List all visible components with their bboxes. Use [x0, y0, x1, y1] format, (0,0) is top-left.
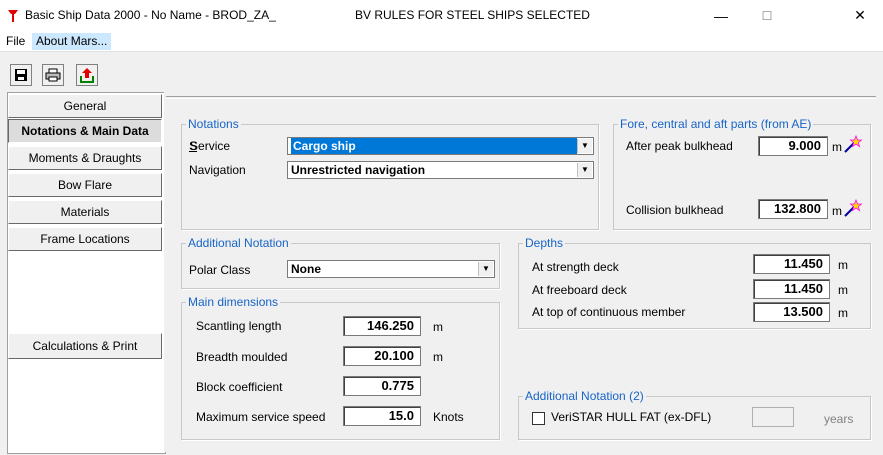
app-icon — [8, 10, 18, 22]
rules-selected-label: BV RULES FOR STEEL SHIPS SELECTED — [355, 8, 590, 22]
wand-icon[interactable] — [842, 135, 862, 155]
after-peak-label: After peak bulkhead — [626, 139, 733, 153]
nav-frame-locations[interactable]: Frame Locations — [8, 227, 162, 251]
print-button[interactable] — [42, 64, 64, 86]
nav-materials[interactable]: Materials — [8, 200, 162, 224]
top-continuous-member-field[interactable]: 13.500 — [753, 302, 830, 322]
additional-notation-title: Additional Notation — [186, 236, 291, 250]
strength-deck-unit: m — [838, 258, 848, 272]
nav-bow-flare[interactable]: Bow Flare — [8, 173, 162, 197]
window-title: Basic Ship Data 2000 - No Name - BROD_ZA… — [25, 8, 276, 22]
service-value: Cargo ship — [291, 138, 577, 154]
top-continuous-member-unit: m — [838, 306, 848, 320]
menu-file[interactable]: File — [2, 33, 29, 50]
block-coefficient-field[interactable]: 0.775 — [343, 376, 421, 396]
navigation-select[interactable]: Unrestricted navigation ▼ — [287, 161, 594, 179]
export-icon — [80, 68, 94, 83]
max-service-speed-field[interactable]: 15.0 — [343, 406, 421, 426]
service-select[interactable]: Cargo ship ▼ — [287, 137, 594, 155]
save-button[interactable] — [10, 64, 32, 86]
after-peak-field[interactable]: 9.000 — [758, 136, 828, 156]
breadth-moulded-unit: m — [433, 350, 443, 364]
polar-class-select[interactable]: None ▼ — [287, 260, 495, 278]
nav-notations-main-data[interactable]: Notations & Main Data — [8, 119, 162, 143]
toolbar — [0, 51, 883, 90]
freeboard-deck-label: At freeboard deck — [532, 283, 627, 297]
top-continuous-member-label: At top of continuous member — [532, 305, 686, 319]
calculations-print-button[interactable]: Calculations & Print — [8, 333, 162, 359]
chevron-down-icon[interactable]: ▼ — [577, 163, 592, 177]
veristar-label: VeriSTAR HULL FAT (ex-DFL) — [551, 410, 712, 424]
veristar-checkbox[interactable] — [532, 412, 545, 425]
strength-deck-label: At strength deck — [532, 260, 619, 274]
nav-moments-draughts[interactable]: Moments & Draughts — [8, 146, 162, 170]
navigation-label: Navigation — [189, 163, 246, 177]
export-button[interactable] — [76, 64, 98, 86]
main-dimensions-title: Main dimensions — [186, 295, 281, 309]
collision-label: Collision bulkhead — [626, 203, 724, 217]
veristar-years-unit: years — [824, 412, 854, 426]
navigation-value: Unrestricted navigation — [291, 163, 426, 177]
block-coefficient-label: Block coefficient — [196, 380, 283, 394]
service-label-text: Service — [190, 139, 231, 153]
polar-class-label: Polar Class — [189, 263, 251, 277]
minimize-button[interactable]: — — [698, 0, 744, 31]
depths-title: Depths — [523, 236, 566, 250]
collision-unit: m — [832, 204, 842, 218]
wand-icon[interactable] — [842, 199, 862, 219]
freeboard-deck-unit: m — [838, 283, 848, 297]
maximize-button[interactable]: ☐ — [744, 0, 790, 31]
breadth-moulded-field[interactable]: 20.100 — [343, 346, 421, 366]
breadth-moulded-label: Breadth moulded — [196, 350, 288, 364]
after-peak-unit: m — [832, 140, 842, 154]
max-service-speed-label: Maximum service speed — [196, 410, 326, 424]
print-icon — [45, 68, 61, 82]
polar-class-value: None — [291, 262, 321, 276]
menu-about[interactable]: About Mars... — [32, 33, 112, 50]
save-icon — [15, 69, 27, 81]
chevron-down-icon[interactable]: ▼ — [577, 139, 592, 153]
chevron-down-icon[interactable]: ▼ — [478, 262, 493, 276]
additional-notation-2-title: Additional Notation (2) — [523, 389, 646, 403]
fore-central-aft-title: Fore, central and aft parts (from AE) — [618, 117, 814, 131]
nav-general[interactable]: General — [8, 94, 162, 118]
scantling-length-label: Scantling length — [196, 319, 282, 333]
service-label: SService — [189, 139, 231, 153]
freeboard-deck-field[interactable]: 11.450 — [753, 279, 830, 299]
strength-deck-field[interactable]: 11.450 — [753, 254, 830, 274]
scantling-length-unit: m — [433, 320, 443, 334]
max-service-speed-unit: Knots — [433, 410, 464, 424]
close-button[interactable]: ✕ — [837, 0, 883, 31]
collision-field[interactable]: 132.800 — [758, 199, 828, 219]
veristar-years-field[interactable] — [752, 407, 794, 427]
scantling-length-field[interactable]: 146.250 — [343, 316, 421, 336]
notations-title: Notations — [186, 117, 241, 131]
separator — [166, 96, 876, 99]
menu-bar — [0, 31, 883, 51]
